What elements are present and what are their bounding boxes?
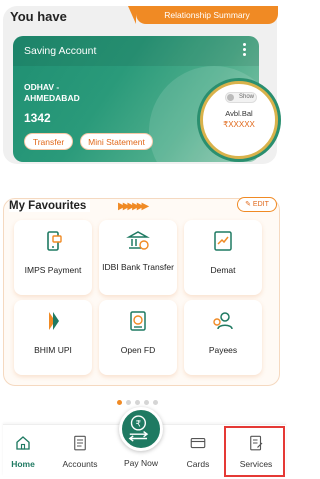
favourite-open-fd[interactable]: Open FD [99,300,177,375]
more-options-icon[interactable] [243,43,247,57]
accounts-icon [74,435,86,451]
imps-phone-icon [47,231,62,251]
demat-chart-icon [214,231,232,251]
bhim-upi-icon [49,312,59,330]
page-dot[interactable] [126,400,131,405]
edit-favourites-button[interactable]: ✎ EDIT [237,197,277,212]
nav-label-pay-now: Pay Now [123,458,158,468]
tile-label: Payees [208,345,238,355]
favourite-demat[interactable]: Demat [184,220,262,295]
available-balance-label: Avbl.Bal [225,109,253,118]
show-balance-toggle[interactable]: Show [225,92,257,103]
tile-label: IMPS Payment [24,265,82,275]
services-highlight-box [224,426,285,477]
nav-home[interactable]: Home [3,425,43,477]
tile-label: IDBI Bank Transfer [102,262,174,272]
payees-icon [213,312,233,330]
account-name: Saving Account [24,45,97,57]
nav-label-accounts: Accounts [62,459,98,469]
tile-label: Open FD [120,345,156,355]
balance-value: ₹XXXXX [223,120,255,129]
account-number: 1342 [24,111,51,125]
bank-transfer-icon [126,231,150,250]
fixed-deposit-icon [130,311,146,331]
relationship-summary-tab[interactable]: Relationship Summary [128,6,278,24]
you-have-title: You have [10,9,67,24]
page-dot[interactable] [135,400,140,405]
favourite-idbi-bank-transfer[interactable]: IDBI Bank Transfer [99,220,177,295]
home-icon [16,436,30,450]
favourite-imps-payment[interactable]: IMPS Payment [14,220,92,295]
nav-accounts[interactable]: Accounts [55,425,105,477]
arrows-decoration-icon: ▶▶▶▶▶▶ [118,201,149,212]
favourite-bhim-upi[interactable]: BHIM UPI [14,300,92,375]
favourites-title: My Favourites [9,200,91,212]
nav-cards[interactable]: Cards [175,425,221,477]
branch-name: ODHAV - AHMEDABAD [24,82,80,103]
nav-label-home: Home [11,459,35,469]
page-dot[interactable] [144,400,149,405]
favourite-payees[interactable]: Payees [184,300,262,375]
page-dot[interactable] [117,400,122,405]
nav-label-cards: Cards [186,459,210,469]
pay-now-button[interactable]: ₹ [119,407,163,451]
tile-label: Demat [210,265,236,275]
pay-now-icon: ₹ [128,415,149,442]
tile-label: BHIM UPI [34,345,72,355]
transfer-button[interactable]: Transfer [24,133,73,150]
mini-statement-button[interactable]: Mini Statement [80,133,153,150]
page-dot[interactable] [153,400,158,405]
available-balance-widget: Show Avbl.Bal ₹XXXXX [200,81,278,159]
card-icon [190,437,206,449]
svg-text:₹: ₹ [136,419,142,429]
